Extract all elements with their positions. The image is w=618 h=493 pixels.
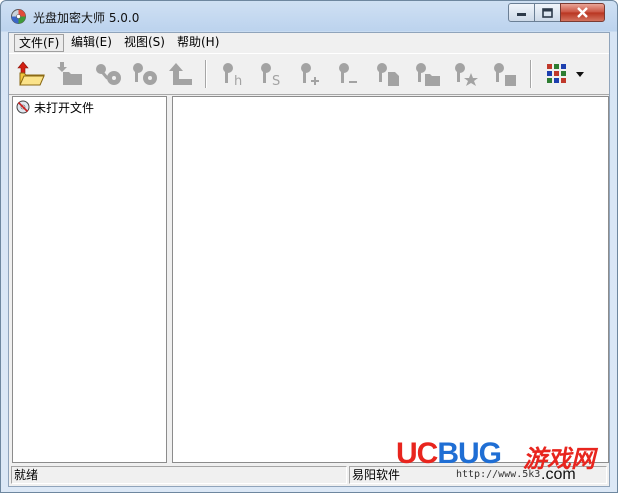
maximize-icon <box>542 7 553 18</box>
minimize-button[interactable] <box>508 3 535 22</box>
tree-root-label: 未打开文件 <box>34 100 95 115</box>
open-folder-icon <box>17 61 45 86</box>
key-block-button[interactable] <box>488 58 522 90</box>
key-disc-button[interactable] <box>91 58 125 90</box>
up-level-button[interactable] <box>164 58 198 90</box>
save-folder-icon <box>57 62 82 85</box>
menu-view[interactable]: 视图(S) <box>120 34 169 52</box>
key-minus-icon <box>339 63 357 83</box>
menu-bar: 文件(F) 编辑(E) 视图(S) 帮助(H) <box>9 33 609 53</box>
svg-text:h: h <box>234 74 242 88</box>
open-button[interactable] <box>14 58 48 90</box>
toolbar: h S <box>9 53 609 95</box>
key-file-icon <box>377 63 399 86</box>
view-mode-button[interactable] <box>540 58 590 90</box>
key-hide-icon: h <box>223 63 242 88</box>
client-area: 文件(F) 编辑(E) 视图(S) 帮助(H) h S 未打开文件 就绪 易阳软… <box>8 32 610 487</box>
toolbar-separator <box>530 60 532 88</box>
watermark-url: http://www.5k3 <box>456 469 541 480</box>
watermark-bug: BUG <box>437 437 502 470</box>
app-icon <box>11 9 26 24</box>
chevron-down-icon[interactable] <box>575 70 585 78</box>
key-remove-button[interactable] <box>332 58 366 90</box>
up-level-icon <box>169 63 192 85</box>
key-h-button[interactable]: h <box>216 58 250 90</box>
tree-pane[interactable]: 未打开文件 <box>12 96 167 463</box>
svg-text:S: S <box>272 74 280 88</box>
menu-file[interactable]: 文件(F) <box>14 34 65 52</box>
key-disc-alt-icon <box>133 63 157 85</box>
menu-edit[interactable]: 编辑(E) <box>67 34 116 52</box>
key-s-button[interactable]: S <box>254 58 288 90</box>
close-icon <box>577 7 588 18</box>
tree-root-item[interactable]: 未打开文件 <box>16 99 94 115</box>
key-star-icon <box>455 63 478 86</box>
watermark-logo: UCBUG 游戏网 http://www.5k3 .com <box>396 437 616 489</box>
title-bar[interactable]: 光盘加密大师 5.0.0 <box>1 1 617 32</box>
watermark-brand: UCBUG <box>396 437 502 471</box>
window-title: 光盘加密大师 5.0.0 <box>33 11 140 25</box>
key-block-icon <box>494 63 516 86</box>
key-file-button[interactable] <box>371 58 405 90</box>
minimize-icon <box>517 13 526 16</box>
watermark-com: .com <box>541 466 576 483</box>
status-text: 就绪 <box>11 466 347 484</box>
close-button[interactable] <box>560 3 605 22</box>
key-plus-icon <box>301 63 319 85</box>
key-folder-icon <box>416 63 440 86</box>
key-folder-button[interactable] <box>410 58 444 90</box>
key-add-button[interactable] <box>294 58 328 90</box>
watermark-uc: UC <box>396 437 438 470</box>
app-window: 光盘加密大师 5.0.0 文件(F) 编辑(E) 视图(S) 帮助(H) h S… <box>0 0 618 493</box>
key-star-button[interactable] <box>449 58 483 90</box>
save-button[interactable] <box>52 58 86 90</box>
toolbar-separator <box>205 60 207 88</box>
key-disc-icon <box>96 64 121 85</box>
no-disc-icon <box>16 100 30 114</box>
file-list-pane[interactable] <box>172 96 609 463</box>
key-s-icon: S <box>261 63 280 88</box>
maximize-button[interactable] <box>534 3 561 22</box>
menu-help[interactable]: 帮助(H) <box>173 34 223 52</box>
view-grid-icon <box>547 64 566 83</box>
key-disc-alt-button[interactable] <box>127 58 161 90</box>
